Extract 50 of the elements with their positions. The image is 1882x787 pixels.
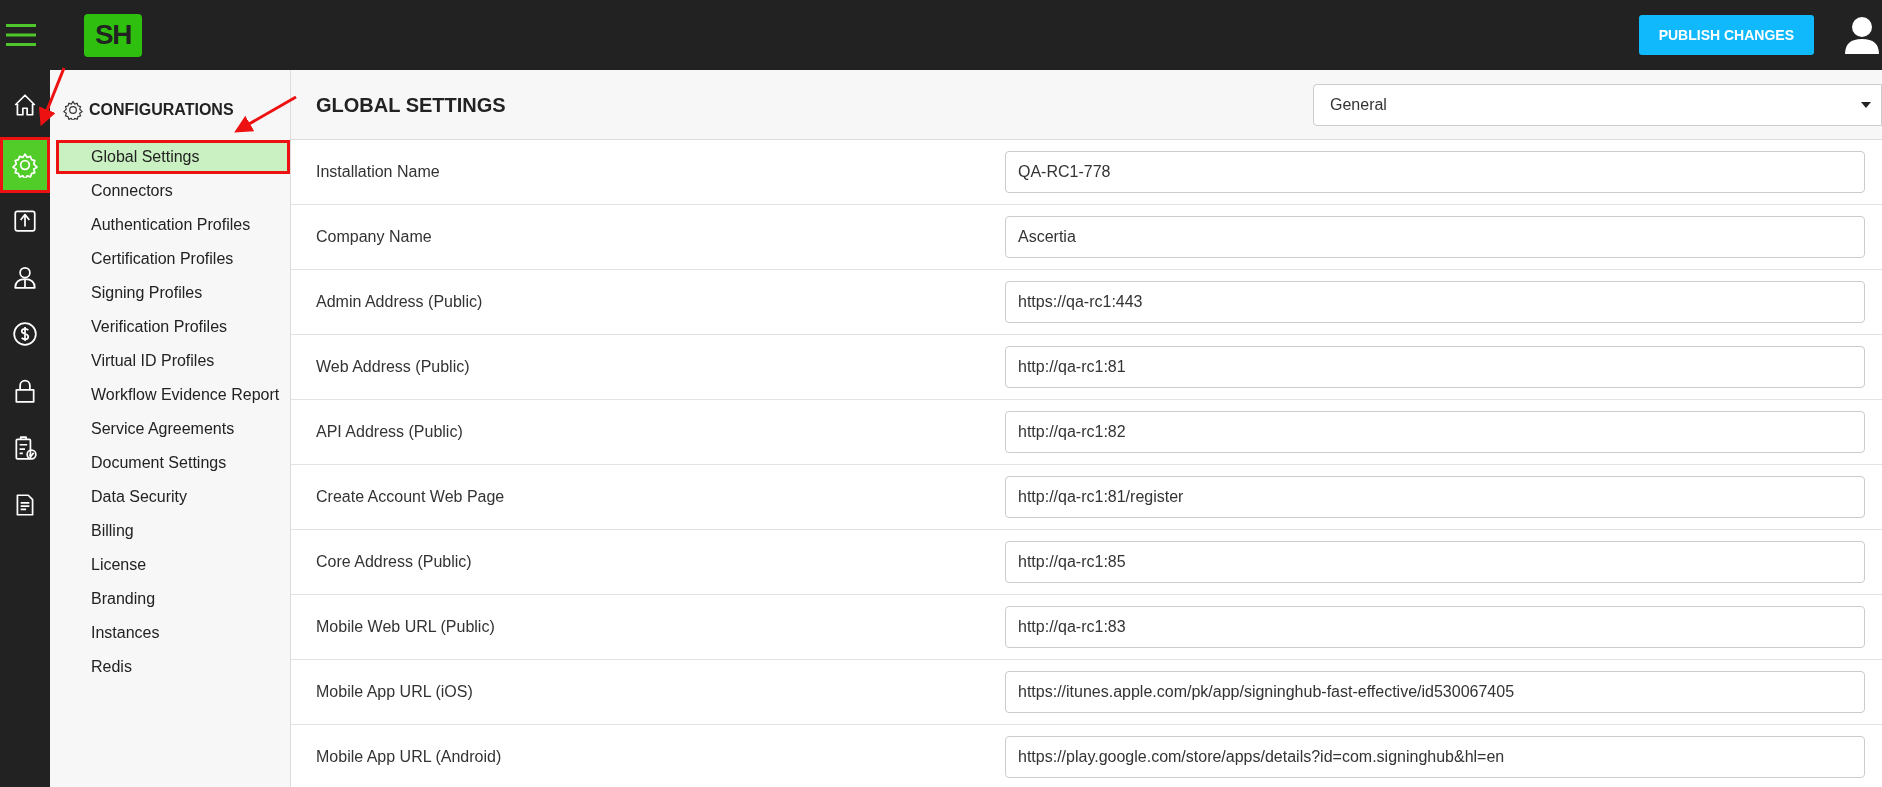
field-label: Admin Address (Public) xyxy=(315,292,484,312)
input-field[interactable]: Ascertia xyxy=(1005,216,1865,258)
sidebar-item[interactable]: Signing Profiles xyxy=(50,276,290,310)
input-field[interactable]: http://qa-rc1:83 xyxy=(1005,606,1865,648)
input-field[interactable]: http://qa-rc1:82 xyxy=(1005,411,1865,453)
sidebar-item[interactable]: Authentication Profiles xyxy=(50,208,290,242)
field-label: Core Address (Public) xyxy=(315,552,473,572)
input-field[interactable]: QA-RC1-778 xyxy=(1005,151,1865,193)
category-dropdown[interactable]: General xyxy=(1313,83,1882,126)
sidebar-item[interactable]: Global Settings xyxy=(56,140,290,174)
input-field[interactable]: http://qa-rc1:81/register xyxy=(1005,476,1865,518)
input-field[interactable]: https://itunes.apple.com/pk/app/signinghub-fast-effective/id530067405 xyxy=(1005,671,1865,713)
gear-icon xyxy=(63,100,83,120)
sidebar-item[interactable]: Instances xyxy=(50,616,290,650)
sidebar-title: CONFIGURATIONS xyxy=(89,100,234,120)
input-field[interactable]: http://qa-rc1:85 xyxy=(1005,541,1865,583)
field-label: Web Address (Public) xyxy=(315,357,471,377)
logo: SH xyxy=(84,13,142,57)
field-label: Mobile App URL (Android) xyxy=(315,747,503,767)
field-label: Company Name xyxy=(315,227,433,247)
input-field[interactable]: https://qa-rc1:443 xyxy=(1005,281,1865,323)
clipboard-check-icon xyxy=(12,434,38,461)
sidebar-item[interactable]: Document Settings xyxy=(50,446,290,480)
sidebar-item[interactable]: Verification Profiles xyxy=(50,310,290,344)
sidebar-item[interactable]: Billing xyxy=(50,514,290,548)
field-label: Mobile App URL (iOS) xyxy=(315,682,474,702)
sidebar-item[interactable]: Workflow Evidence Report xyxy=(50,378,290,412)
field-label: API Address (Public) xyxy=(315,422,464,442)
sidebar-item[interactable]: Service Agreements xyxy=(50,412,290,446)
caret-icon xyxy=(1861,101,1871,108)
sidebar-item[interactable]: Branding xyxy=(50,582,290,616)
page-title: GLOBAL SETTINGS xyxy=(316,92,506,118)
lock-icon xyxy=(12,377,38,404)
sidebar-item[interactable]: License xyxy=(50,548,290,582)
dollar-icon xyxy=(12,320,38,347)
annotation-arrow xyxy=(39,67,66,127)
user-avatar-icon[interactable] xyxy=(1844,15,1880,55)
sidebar-item[interactable]: Certification Profiles xyxy=(50,242,290,276)
sidebar-item[interactable]: Virtual ID Profiles xyxy=(50,344,290,378)
field-label: Installation Name xyxy=(315,162,441,182)
settings-icon xyxy=(12,152,38,178)
sidebar-item[interactable]: Connectors xyxy=(50,174,290,208)
menu-icon[interactable] xyxy=(6,23,36,47)
sidebar-item[interactable]: Data Security xyxy=(50,480,290,514)
annotation-arrow xyxy=(234,95,297,133)
input-field[interactable]: https://play.google.com/store/apps/details?id=com.signinghub&hl=en xyxy=(1005,736,1865,778)
field-label: Mobile Web URL (Public) xyxy=(315,617,496,637)
input-field[interactable]: http://qa-rc1:81 xyxy=(1005,346,1865,388)
field-label: Create Account Web Page xyxy=(315,487,506,507)
sidebar-item[interactable]: Redis xyxy=(50,650,290,684)
